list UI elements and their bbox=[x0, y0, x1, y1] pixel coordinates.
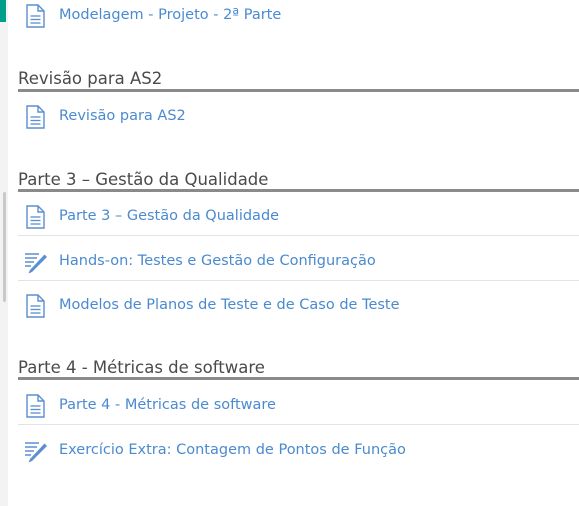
activity-label[interactable]: Hands-on: Testes e Gestão de Configuraçã… bbox=[59, 252, 376, 270]
section-divider bbox=[18, 89, 579, 92]
page-icon bbox=[22, 204, 48, 230]
activity-parte4-metricas[interactable]: Parte 4 - Métricas de software bbox=[18, 384, 579, 428]
activity-parte3-gestao-qualidade[interactable]: Parte 3 – Gestão da Qualidade bbox=[18, 195, 579, 239]
activity-label[interactable]: Modelagem - Projeto - 2ª Parte bbox=[59, 6, 281, 24]
activity-label[interactable]: Modelos de Planos de Teste e de Caso de … bbox=[59, 296, 400, 314]
row-divider bbox=[18, 280, 579, 281]
activity-label[interactable]: Parte 3 – Gestão da Qualidade bbox=[59, 207, 279, 225]
activity-label[interactable]: Parte 4 - Métricas de software bbox=[59, 396, 276, 414]
sidebar-active-marker bbox=[0, 0, 6, 22]
page-icon bbox=[22, 3, 48, 29]
page-icon bbox=[22, 393, 48, 419]
activity-label[interactable]: Exercício Extra: Contagem de Pontos de F… bbox=[59, 441, 406, 459]
section-title-revisao: Revisão para AS2 bbox=[18, 69, 163, 88]
activity-modelagem-projeto[interactable]: Modelagem - Projeto - 2ª Parte bbox=[18, 0, 579, 38]
section-divider bbox=[18, 189, 579, 192]
page-icon bbox=[22, 293, 48, 319]
row-divider bbox=[18, 424, 579, 425]
section-title-parte4: Parte 4 - Métricas de software bbox=[18, 358, 265, 377]
activity-modelos-planos-teste[interactable]: Modelos de Planos de Teste e de Caso de … bbox=[18, 284, 579, 328]
activity-exercicio-extra[interactable]: Exercício Extra: Contagem de Pontos de F… bbox=[18, 429, 579, 473]
assignment-icon bbox=[22, 438, 48, 464]
activity-revisao-as2[interactable]: Revisão para AS2 bbox=[18, 95, 579, 139]
row-divider bbox=[18, 235, 579, 236]
section-divider bbox=[18, 377, 579, 380]
activity-hands-on-testes[interactable]: Hands-on: Testes e Gestão de Configuraçã… bbox=[18, 240, 579, 284]
section-title-parte3: Parte 3 – Gestão da Qualidade bbox=[18, 170, 269, 189]
assignment-icon bbox=[22, 249, 48, 275]
course-content-page: Modelagem - Projeto - 2ª Parte Revisão p… bbox=[0, 0, 579, 506]
activity-label[interactable]: Revisão para AS2 bbox=[59, 107, 186, 125]
sidebar-scrollbar[interactable] bbox=[3, 192, 6, 302]
page-icon bbox=[22, 104, 48, 130]
